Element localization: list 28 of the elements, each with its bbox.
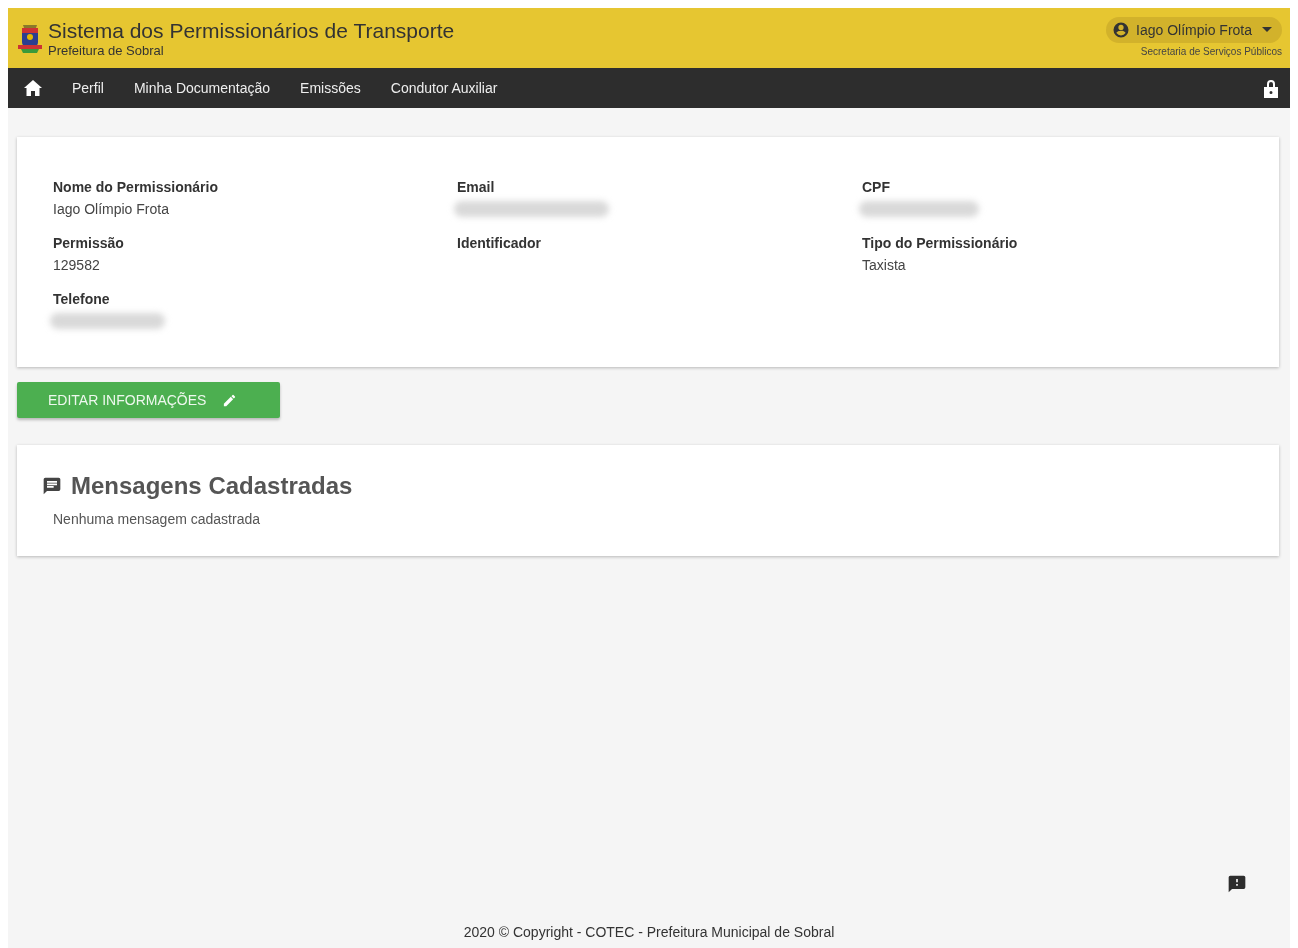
field-label: Email xyxy=(457,179,496,195)
app-subtitle: Prefeitura de Sobral xyxy=(48,42,165,58)
message-icon xyxy=(42,476,62,496)
user-menu-button[interactable]: Iago Olímpio Frota xyxy=(1106,17,1282,43)
nav-link[interactable]: Minha Documentação xyxy=(133,80,271,96)
caret-icon xyxy=(1262,27,1272,33)
field-value: 129582 xyxy=(53,257,101,275)
app-title: Sistema dos Permissionários de Transporte xyxy=(48,18,456,43)
section-title: Mensagens Cadastradas xyxy=(71,472,353,500)
field-label: Identificador xyxy=(457,235,542,251)
nav-link[interactable]: Perfil xyxy=(72,80,104,96)
footer-text: 2020 © Copyright - COTEC - Prefeitura Municipal de Sobral xyxy=(462,924,836,942)
lock-icon[interactable] xyxy=(1264,78,1278,98)
field-label: CPF xyxy=(862,179,891,195)
feedback-icon[interactable] xyxy=(1227,874,1247,894)
nav-link[interactable]: Condutor Auxiliar xyxy=(390,80,498,96)
pencil-icon xyxy=(222,392,238,408)
home-icon[interactable] xyxy=(24,80,42,96)
department-label: Secretaria de Serviços Públicos xyxy=(1140,46,1282,57)
nav-link[interactable]: Emissões xyxy=(300,80,361,96)
field-label: Tipo do Permissionário xyxy=(862,235,1019,251)
account-icon xyxy=(1112,21,1131,39)
field-label: Permissão xyxy=(53,235,125,251)
field-label: Nome do Permissionário xyxy=(53,179,219,195)
field-value: Iago Olímpio Frota xyxy=(53,201,170,219)
field-value: Taxista xyxy=(862,257,907,275)
empty-message: Nenhuma mensagem cadastrada xyxy=(53,511,260,527)
field-label: Telefone xyxy=(53,291,111,307)
